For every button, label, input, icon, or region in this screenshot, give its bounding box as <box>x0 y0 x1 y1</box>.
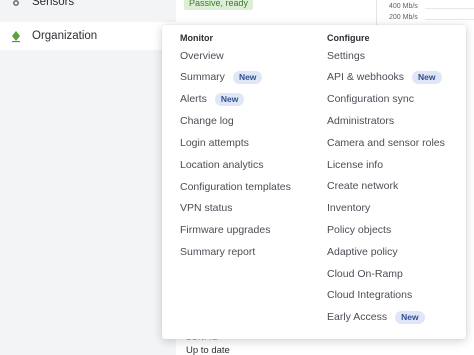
menu-item-label: Login attempts <box>180 137 249 149</box>
new-badge: New <box>214 92 245 106</box>
sidebar: Sensors Organization <box>0 0 176 355</box>
menu-item-label: Configuration sync <box>327 93 414 105</box>
menu-item-label: License info <box>327 159 384 171</box>
menu-item-firmware-upgrades[interactable]: Firmware upgrades <box>180 223 270 237</box>
menu-item-label: Overview <box>180 50 224 62</box>
configure-heading: Configure <box>327 33 370 43</box>
menu-item-label: Create network <box>327 180 399 192</box>
menu-item-location-analytics[interactable]: Location analytics <box>180 158 263 172</box>
menu-item-label: Settings <box>327 50 365 62</box>
menu-item-configuration-templates[interactable]: Configuration templates <box>180 180 291 194</box>
status-badge: Passive, ready <box>184 0 254 10</box>
menu-item-label: Summary <box>180 71 225 83</box>
menu-item-summary-report[interactable]: Summary report <box>180 245 255 259</box>
monitor-heading: Monitor <box>180 33 213 43</box>
menu-item-label: Camera and sensor roles <box>327 137 445 149</box>
sidebar-item-label: Organization <box>32 30 98 42</box>
menu-item-label: Alerts <box>180 93 207 105</box>
sidebar-item-organization[interactable]: Organization <box>0 22 176 50</box>
sensor-icon <box>0 0 32 9</box>
menu-item-alerts[interactable]: Alerts New <box>180 92 245 106</box>
menu-item-create-network[interactable]: Create network <box>327 179 398 193</box>
menu-item-label: Policy objects <box>327 224 392 236</box>
organization-icon <box>0 29 32 43</box>
menu-item-camera-sensor-roles[interactable]: Camera and sensor roles <box>327 136 445 150</box>
app-stage: Passive, ready 400 Mb/s 200 Mb/s CONFIG … <box>0 0 474 355</box>
menu-item-label: Adaptive policy <box>327 246 398 258</box>
menu-item-label: Location analytics <box>180 159 264 171</box>
menu-item-settings[interactable]: Settings <box>327 49 365 63</box>
menu-item-label: Early Access <box>327 311 388 323</box>
menu-item-vpn-status[interactable]: VPN status <box>180 201 233 215</box>
menu-item-policy-objects[interactable]: Policy objects <box>327 223 391 237</box>
menu-item-login-attempts[interactable]: Login attempts <box>180 136 249 150</box>
menu-item-label: Inventory <box>327 202 371 214</box>
new-badge: New <box>232 70 263 84</box>
menu-item-cloud-integrations[interactable]: Cloud Integrations <box>327 288 412 302</box>
config-status: Up to date <box>186 345 230 355</box>
menu-item-adaptive-policy[interactable]: Adaptive policy <box>327 245 398 259</box>
menu-item-summary[interactable]: Summary New <box>180 70 263 84</box>
sidebar-item-label: Sensors <box>32 0 75 8</box>
chart-gridline <box>425 8 474 9</box>
new-badge: New <box>395 310 425 324</box>
chart-tick-label: 400 Mb/s <box>389 3 418 10</box>
chart-tick-label: 200 Mb/s <box>389 14 418 21</box>
menu-item-label: API & webhooks <box>327 71 405 83</box>
menu-item-label: Administrators <box>327 115 395 127</box>
menu-item-label: Cloud Integrations <box>327 289 413 301</box>
chart-gridline <box>425 19 474 20</box>
menu-item-label: Summary report <box>180 246 256 258</box>
sidebar-item-sensors[interactable]: Sensors <box>0 0 176 16</box>
menu-item-administrators[interactable]: Administrators <box>327 114 394 128</box>
menu-item-inventory[interactable]: Inventory <box>327 201 370 215</box>
menu-item-change-log[interactable]: Change log <box>180 114 234 128</box>
menu-item-label: Cloud On-Ramp <box>327 268 403 280</box>
organization-menu: Monitor Overview Summary New Alerts New … <box>162 25 466 339</box>
menu-item-label: Firmware upgrades <box>180 224 271 236</box>
menu-item-label: VPN status <box>180 202 233 214</box>
menu-item-label: Change log <box>180 115 234 127</box>
menu-item-configuration-sync[interactable]: Configuration sync <box>327 92 414 106</box>
menu-item-api-webhooks[interactable]: API & webhooks New <box>327 70 442 84</box>
menu-item-overview[interactable]: Overview <box>180 49 224 63</box>
menu-item-label: Configuration templates <box>180 181 291 193</box>
menu-item-early-access[interactable]: Early Access New <box>327 310 425 324</box>
menu-item-license-info[interactable]: License info <box>327 158 383 172</box>
new-badge: New <box>412 70 442 84</box>
menu-item-cloud-on-ramp[interactable]: Cloud On-Ramp <box>327 267 403 281</box>
